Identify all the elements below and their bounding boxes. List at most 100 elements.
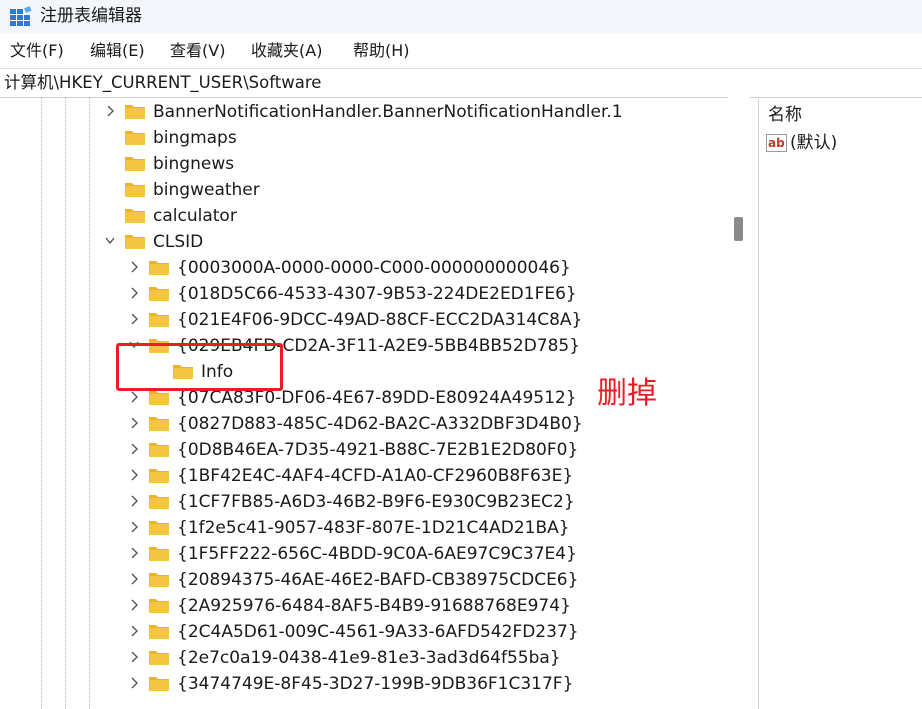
chevron-right-icon[interactable] <box>128 285 140 301</box>
tree-item-label: {1f2e5c41-9057-483F-807E-1D21C4AD21BA} <box>177 518 570 538</box>
tree-item-label: {1BF42E4C-4AF4-4CFD-A1A0-CF2960B8F63E} <box>177 466 574 486</box>
address-path[interactable]: 计算机\HKEY_CURRENT_USER\Software <box>4 72 321 94</box>
tree-item[interactable]: {20894375-46AE-46E2-BAFD-CB38975CDCE6} <box>0 567 728 593</box>
string-value-icon: ab <box>766 134 787 152</box>
folder-icon <box>149 391 169 405</box>
tree-item-label: bingnews <box>153 154 235 174</box>
tree-item[interactable]: {2C4A5D61-009C-4561-9A33-6AFD542FD237} <box>0 619 728 645</box>
folder-icon <box>149 313 169 327</box>
tree-item-label: {018D5C66-4533-4307-9B53-224DE2ED1FE6} <box>177 284 577 304</box>
chevron-down-icon[interactable] <box>104 233 116 249</box>
tree-item-label: {1F5FF222-656C-4BDD-9C0A-6AE97C9C37E4} <box>177 544 577 564</box>
tree-item-label: {0003000A-0000-0000-C000-000000000046} <box>177 258 571 278</box>
tree-item-label: {0827D883-485C-4D62-BA2C-A332DBF3D4B0} <box>177 414 583 434</box>
chevron-right-icon[interactable] <box>128 467 140 483</box>
highlight-box <box>116 343 283 391</box>
menu-bar: 文件(F) 编辑(E) 查看(V) 收藏夹(A) 帮助(H) <box>0 34 922 68</box>
chevron-right-icon[interactable] <box>128 545 140 561</box>
folder-icon <box>149 469 169 483</box>
chevron-right-icon[interactable] <box>104 103 116 119</box>
folder-icon <box>149 443 169 457</box>
tree-item-label: BannerNotificationHandler.BannerNotifica… <box>153 102 623 122</box>
pane-splitter[interactable] <box>758 97 759 709</box>
tree-item[interactable]: bingweather <box>0 177 728 203</box>
tree-item-label: {2C4A5D61-009C-4561-9A33-6AFD542FD237} <box>177 622 579 642</box>
menu-edit[interactable]: 编辑(E) <box>90 41 145 61</box>
folder-icon <box>149 261 169 275</box>
folder-icon <box>125 209 145 223</box>
chevron-right-icon[interactable] <box>128 519 140 535</box>
tree-item[interactable]: bingnews <box>0 151 728 177</box>
tree-item[interactable]: calculator <box>0 203 728 229</box>
tree-item[interactable]: {029EB4FD-CD2A-3F11-A2E9-5BB4BB52D785} <box>0 333 728 359</box>
registry-editor-app-icon <box>10 6 32 26</box>
value-name: (默认) <box>790 133 838 153</box>
menu-favorites[interactable]: 收藏夹(A) <box>251 41 322 61</box>
address-bar[interactable]: 计算机\HKEY_CURRENT_USER\Software <box>0 68 922 98</box>
folder-icon <box>149 651 169 665</box>
tree-item-label: {20894375-46AE-46E2-BAFD-CB38975CDCE6} <box>177 570 579 590</box>
tree-item[interactable]: {1CF7FB85-A6D3-46B2-B9F6-E930C9B23EC2} <box>0 489 728 515</box>
chevron-right-icon[interactable] <box>128 675 140 691</box>
svg-text:ab: ab <box>768 136 785 150</box>
tree-item-label: {1CF7FB85-A6D3-46B2-B9F6-E930C9B23EC2} <box>177 492 575 512</box>
folder-icon <box>149 495 169 509</box>
chevron-right-icon[interactable] <box>128 597 140 613</box>
tree-item[interactable]: {0827D883-485C-4D62-BA2C-A332DBF3D4B0} <box>0 411 728 437</box>
tree-item[interactable]: {2A925976-6484-8AF5-B4B9-91688768E974} <box>0 593 728 619</box>
tree-item-label: {2A925976-6484-8AF5-B4B9-91688768E974} <box>177 596 571 616</box>
tree-item-label: {021E4F06-9DCC-49AD-88CF-ECC2DA314C8A} <box>177 310 583 330</box>
tree-item[interactable]: {0003000A-0000-0000-C000-000000000046} <box>0 255 728 281</box>
tree-item[interactable]: {1F5FF222-656C-4BDD-9C0A-6AE97C9C37E4} <box>0 541 728 567</box>
menu-view[interactable]: 查看(V) <box>170 41 225 61</box>
tree-item-label: {0D8B46EA-7D35-4921-B88C-7E2B1E2D80F0} <box>177 440 579 460</box>
folder-icon <box>125 105 145 119</box>
folder-icon <box>125 131 145 145</box>
tree-item-label: {3474749E-8F45-3D27-199B-9DB36F1C317F} <box>177 674 574 694</box>
folder-icon <box>149 599 169 613</box>
folder-icon <box>149 625 169 639</box>
values-pane[interactable]: 名称 ab (默认) <box>760 97 922 709</box>
folder-icon <box>149 287 169 301</box>
tree-item-label: bingmaps <box>153 128 237 148</box>
tree-item[interactable]: {1BF42E4C-4AF4-4CFD-A1A0-CF2960B8F63E} <box>0 463 728 489</box>
tree-item[interactable]: CLSID <box>0 229 728 255</box>
value-row-default[interactable]: ab (默认) <box>766 132 916 156</box>
folder-icon <box>149 417 169 431</box>
chevron-right-icon[interactable] <box>128 441 140 457</box>
chevron-right-icon[interactable] <box>128 259 140 275</box>
tree-scrollbar-thumb[interactable] <box>734 217 743 241</box>
title-bar: 注册表编辑器 <box>0 0 922 34</box>
tree-item-label: bingweather <box>153 180 260 200</box>
folder-icon <box>125 183 145 197</box>
tree-item[interactable]: BannerNotificationHandler.BannerNotifica… <box>0 99 728 125</box>
chevron-right-icon[interactable] <box>128 389 140 405</box>
chevron-right-icon[interactable] <box>128 311 140 327</box>
folder-icon <box>149 573 169 587</box>
delete-annotation: 删掉 <box>597 376 657 411</box>
folder-icon <box>125 235 145 249</box>
tree-item[interactable]: {3474749E-8F45-3D27-199B-9DB36F1C317F} <box>0 671 728 697</box>
folder-icon <box>149 547 169 561</box>
folder-icon <box>149 521 169 535</box>
chevron-right-icon[interactable] <box>128 415 140 431</box>
tree-item[interactable]: {0D8B46EA-7D35-4921-B88C-7E2B1E2D80F0} <box>0 437 728 463</box>
tree-item[interactable]: {1f2e5c41-9057-483F-807E-1D21C4AD21BA} <box>0 515 728 541</box>
chevron-right-icon[interactable] <box>128 649 140 665</box>
folder-icon <box>149 677 169 691</box>
name-column-header[interactable]: 名称 <box>768 104 802 126</box>
tree-item[interactable]: {021E4F06-9DCC-49AD-88CF-ECC2DA314C8A} <box>0 307 728 333</box>
tree-item[interactable]: {018D5C66-4533-4307-9B53-224DE2ED1FE6} <box>0 281 728 307</box>
tree-item[interactable]: {2e7c0a19-0438-41e9-81e3-3ad3d64f55ba} <box>0 645 728 671</box>
menu-file[interactable]: 文件(F) <box>10 41 64 61</box>
chevron-right-icon[interactable] <box>128 623 140 639</box>
folder-icon <box>125 157 145 171</box>
menu-help[interactable]: 帮助(H) <box>353 41 410 61</box>
tree-scrollbar[interactable] <box>728 97 750 709</box>
tree-item-label: calculator <box>153 206 237 226</box>
tree-item-label: {2e7c0a19-0438-41e9-81e3-3ad3d64f55ba} <box>177 648 561 668</box>
chevron-right-icon[interactable] <box>128 493 140 509</box>
tree-item-label: CLSID <box>153 232 204 252</box>
chevron-right-icon[interactable] <box>128 571 140 587</box>
tree-item[interactable]: bingmaps <box>0 125 728 151</box>
